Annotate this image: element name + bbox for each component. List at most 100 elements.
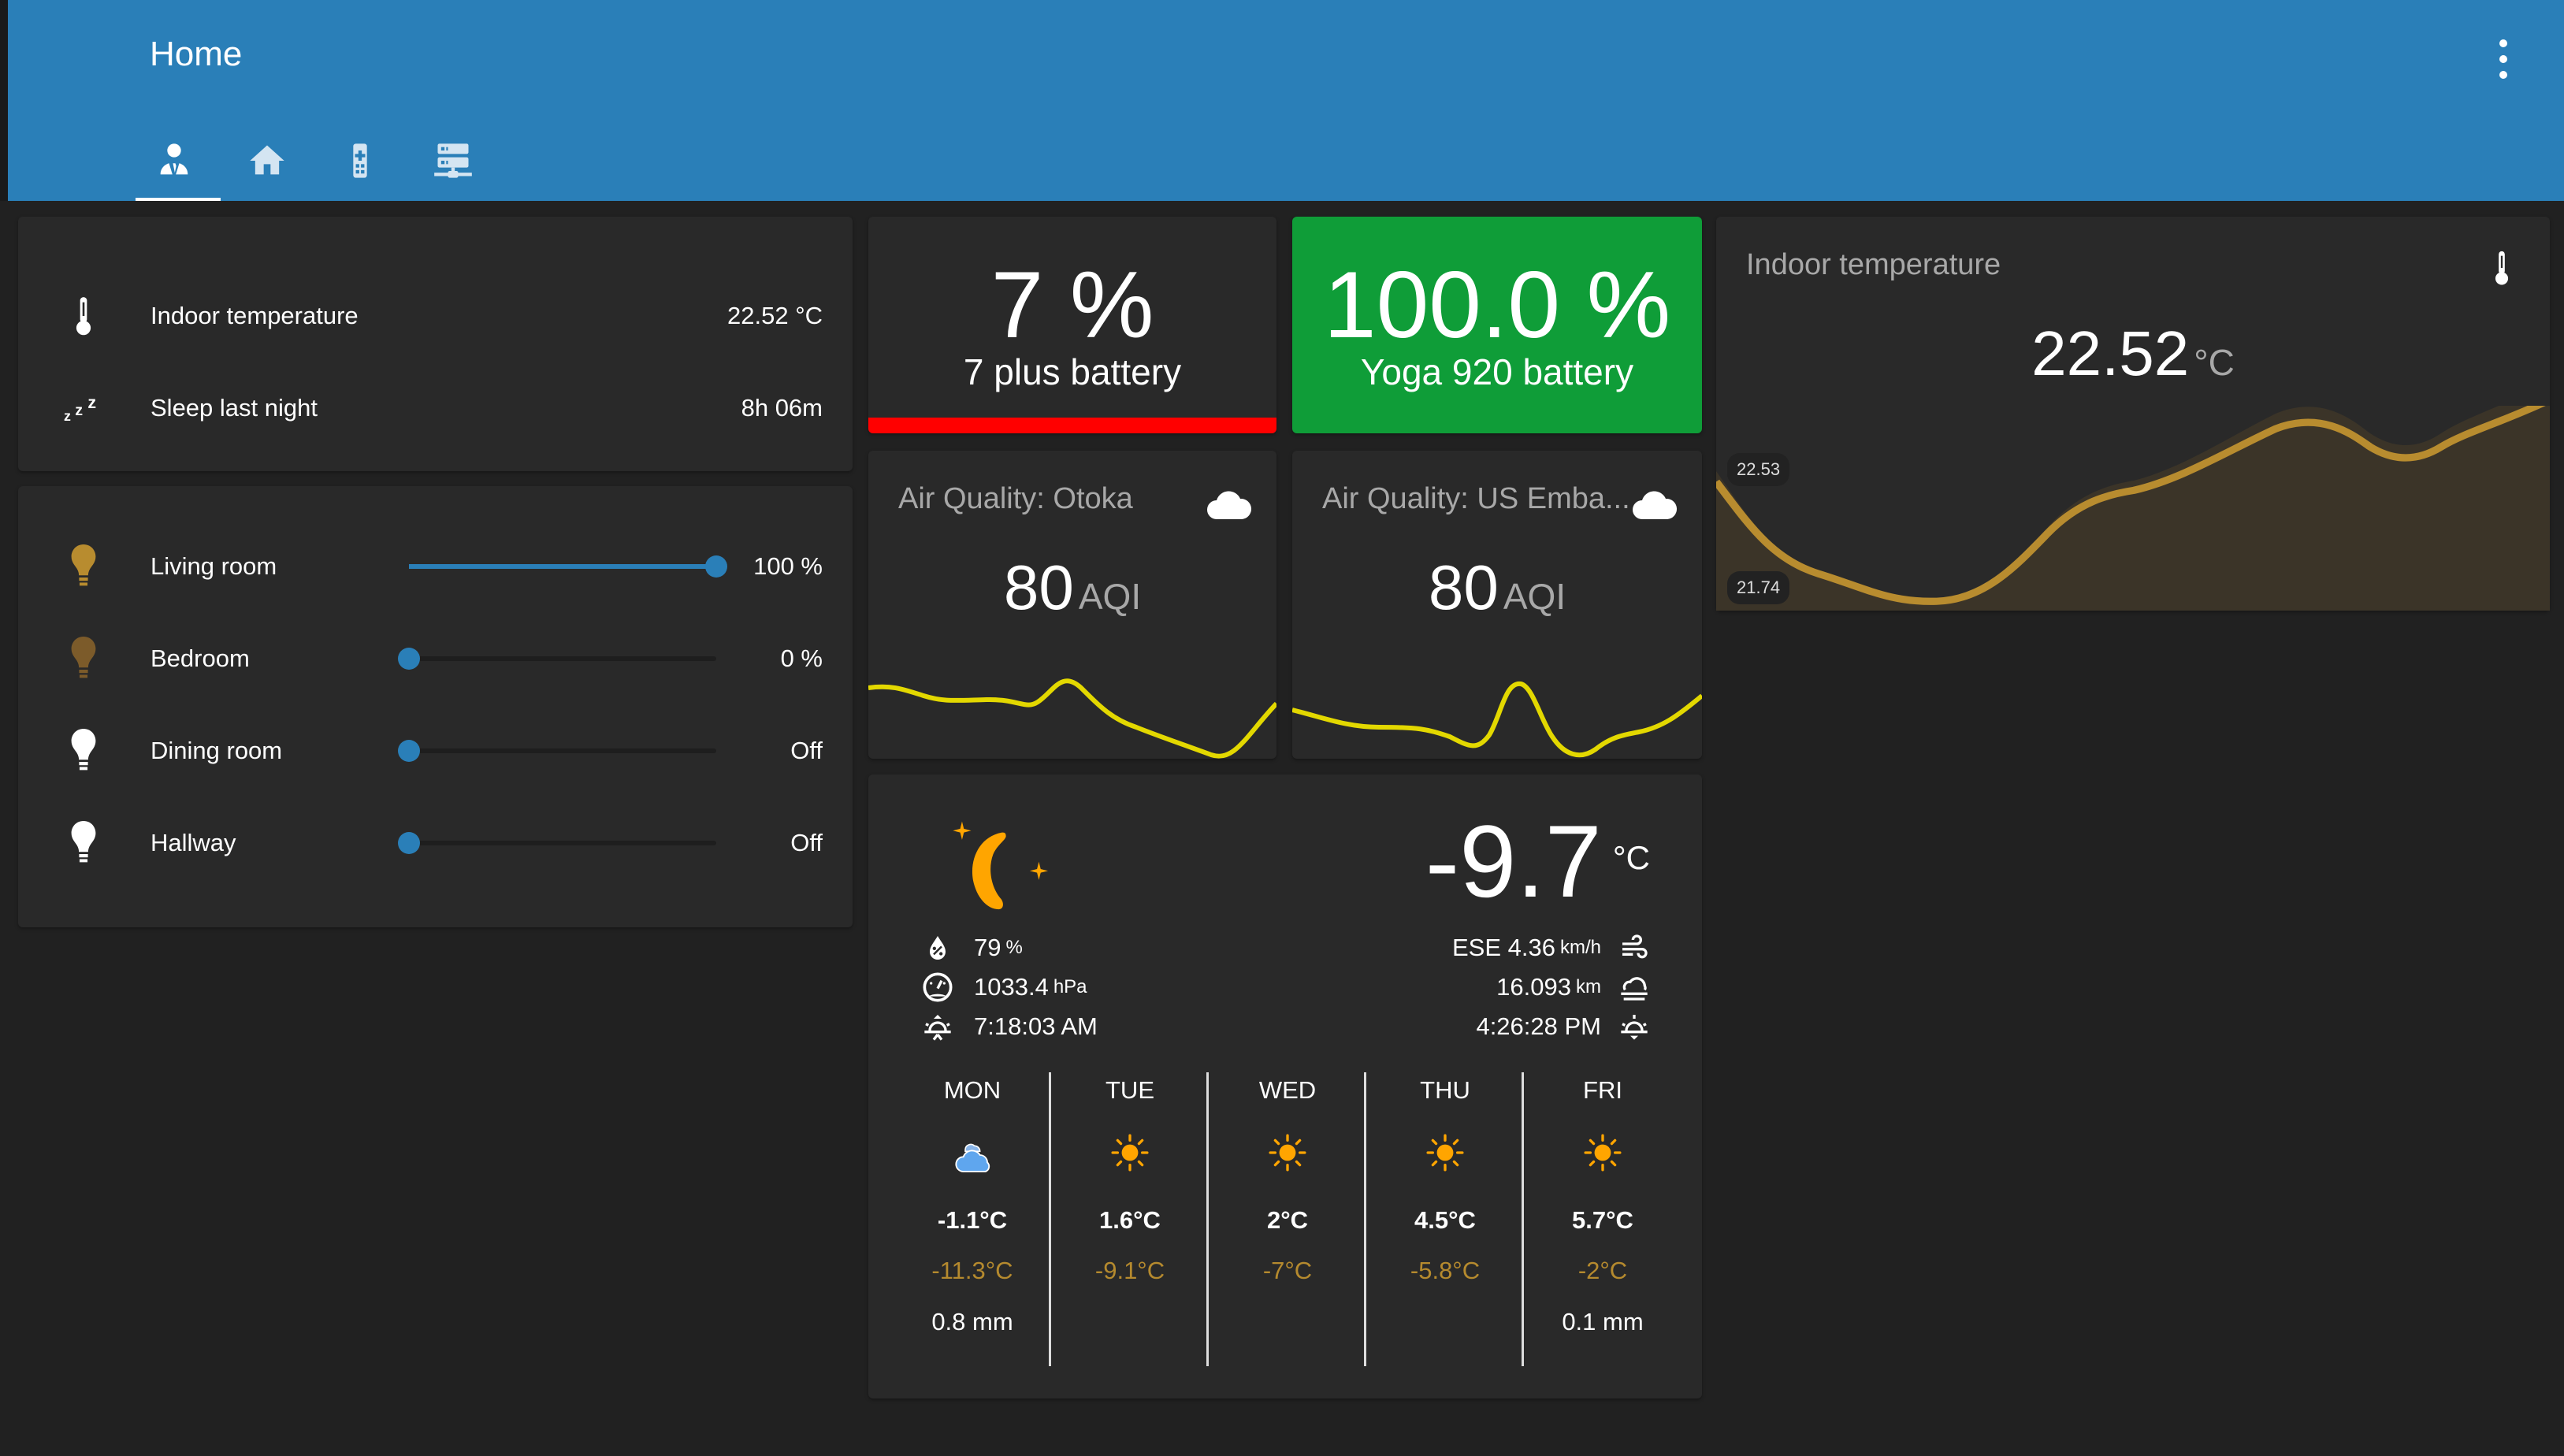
battery-value: 7 % xyxy=(990,252,1154,358)
weather-fog-icon xyxy=(1621,977,1648,1001)
light-label: Hallway xyxy=(150,829,236,856)
weather-forecast-card[interactable]: -9.7 °C 79% 1033.4 hPa 7:18:03 AM ESE 4.36… xyxy=(868,774,1702,1398)
forecast-divider xyxy=(1522,1072,1524,1366)
sensor-label: Sleep last night xyxy=(150,394,318,422)
lightbulb-icon[interactable] xyxy=(64,727,103,774)
humidity-unit: % xyxy=(1005,937,1023,958)
light-row-bedroom[interactable]: Bedroom 0 % xyxy=(18,635,853,682)
home-icon xyxy=(250,145,284,175)
sensor-row-sleep[interactable]: zzz Sleep last night 8h 06m xyxy=(18,384,853,432)
sunrise-attr: 7:18:03 AM xyxy=(922,1007,1098,1046)
aq-unit: AQI xyxy=(1078,576,1142,617)
brightness-slider[interactable] xyxy=(398,740,716,762)
battery-name: Yoga 920 battery xyxy=(1360,351,1634,392)
forecast-low: -9.1°C xyxy=(1094,1257,1165,1284)
wind-attr: ESE 4.36 km/h xyxy=(1452,928,1650,968)
light-value: 0 % xyxy=(780,644,823,672)
tab-server[interactable] xyxy=(407,134,500,201)
forecast-day-label: MON xyxy=(943,1076,1001,1104)
forecast-high: 5.7°C xyxy=(1572,1206,1633,1234)
temp-card-value: 22.52 °C xyxy=(1716,318,2550,390)
brightness-slider[interactable] xyxy=(398,648,716,670)
forecast-low: -7°C xyxy=(1262,1257,1313,1284)
light-row-living-room[interactable]: Living room 100 % xyxy=(18,543,853,590)
light-value: Off xyxy=(790,737,823,764)
forecast-divider xyxy=(1364,1072,1366,1366)
clear-night-icon xyxy=(953,821,1049,910)
battery-name: 7 plus battery xyxy=(963,351,1182,392)
slider-knob[interactable] xyxy=(398,832,420,854)
sunny-icon xyxy=(1583,1133,1622,1172)
app-header: Home xyxy=(8,0,2564,202)
air-quality-card-us-embassy[interactable]: Air Quality: US Emba... 80 AQI xyxy=(1292,451,1702,759)
weather-sunset-up-icon xyxy=(924,1015,951,1041)
server-network-icon xyxy=(434,143,472,178)
slider-knob[interactable] xyxy=(705,555,727,578)
light-label: Living room xyxy=(150,552,277,580)
forecast-low: -2°C xyxy=(1577,1257,1628,1284)
indoor-temperature-card[interactable]: Indoor temperature 22.52 °C 22.53 21.74 xyxy=(1716,217,2550,611)
sunny-icon xyxy=(1268,1133,1307,1172)
tab-home[interactable] xyxy=(221,134,314,201)
dots-vertical-icon xyxy=(2499,39,2507,47)
graph-min-label: 21.74 xyxy=(1727,571,1790,604)
visibility-value: 16.093 xyxy=(1496,973,1571,1001)
battery-card-7-plus[interactable]: 7 % 7 plus battery xyxy=(868,217,1276,433)
forecast-high: 1.6°C xyxy=(1099,1206,1161,1234)
forecast-day-label: WED xyxy=(1258,1076,1317,1104)
forecast-low: -5.8°C xyxy=(1410,1257,1481,1284)
battery-low-bar xyxy=(868,418,1276,433)
light-value: Off xyxy=(790,829,823,856)
battery-card-yoga-920[interactable]: 100.0 % Yoga 920 battery xyxy=(1292,217,1702,433)
temp-unit: °C xyxy=(2194,342,2235,383)
sensor-value: 22.52 °C xyxy=(727,302,823,329)
svg-text:z: z xyxy=(75,402,83,419)
slider-fill xyxy=(409,564,716,569)
humidity-attr: 79% xyxy=(922,928,1023,968)
sensors-card: Indoor temperature 22.52 °C zzz Sleep la… xyxy=(18,217,853,471)
svg-text:z: z xyxy=(64,408,71,424)
slider-knob[interactable] xyxy=(398,740,420,762)
sunny-icon xyxy=(1425,1133,1465,1172)
aq-number: 80 xyxy=(1003,552,1074,622)
pressure-attr: 1033.4 hPa xyxy=(922,968,1087,1007)
wind-unit: km/h xyxy=(1559,937,1601,958)
lights-card: Living room 100 % Bedroom 0 % Dining roo… xyxy=(18,486,853,927)
temp-card-title: Indoor temperature xyxy=(1746,248,2001,281)
light-row-hallway[interactable]: Hallway Off xyxy=(18,819,853,867)
visibility-attr: 16.093 km xyxy=(1496,968,1650,1007)
light-row-dining-room[interactable]: Dining room Off xyxy=(18,727,853,774)
slider-knob[interactable] xyxy=(398,648,420,670)
pressure-unit: hPa xyxy=(1053,976,1087,997)
forecast-day-label: TUE xyxy=(1105,1076,1154,1104)
tab-remote[interactable] xyxy=(314,134,407,201)
forecast-divider xyxy=(1206,1072,1209,1366)
brightness-slider[interactable] xyxy=(398,832,716,854)
aq-number: 80 xyxy=(1428,552,1499,622)
thermometer-icon xyxy=(64,292,103,340)
light-label: Dining room xyxy=(150,737,283,764)
forecast-precipitation: 0.8 mm xyxy=(931,1308,1013,1335)
aq-sparkline xyxy=(1292,682,1702,758)
sensor-row-indoor-temperature[interactable]: Indoor temperature 22.52 °C xyxy=(18,292,853,340)
sleep-icon: zzz xyxy=(64,384,103,432)
aq-sparkline xyxy=(868,678,1276,759)
lightbulb-icon[interactable] xyxy=(64,543,103,590)
current-temperature-value: -9.7 xyxy=(1425,804,1602,919)
lightbulb-icon[interactable] xyxy=(64,819,103,867)
forecast-day-tue: TUE 1.6°C -9.1°C xyxy=(1051,1070,1209,1377)
forecast-day-label: THU xyxy=(1420,1076,1470,1104)
lightbulb-icon[interactable] xyxy=(64,635,103,682)
forecast-day-thu: THU 4.5°C -5.8°C xyxy=(1366,1070,1524,1377)
thermometer-icon xyxy=(2495,251,2509,285)
aq-title: Air Quality: US Emba... xyxy=(1322,482,1630,515)
air-quality-card-otoka[interactable]: Air Quality: Otoka 80 AQI xyxy=(868,451,1276,759)
graph-max-label: 22.53 xyxy=(1727,453,1790,486)
overflow-menu-button[interactable] xyxy=(2492,39,2515,79)
brightness-slider[interactable] xyxy=(409,555,727,578)
wind-value: ESE 4.36 xyxy=(1452,934,1555,961)
aq-sparkline-line xyxy=(868,678,1276,759)
sensor-value: 8h 06m xyxy=(741,394,823,422)
sunset-value: 4:26:28 PM xyxy=(1476,1012,1601,1040)
tab-person[interactable] xyxy=(128,134,221,202)
